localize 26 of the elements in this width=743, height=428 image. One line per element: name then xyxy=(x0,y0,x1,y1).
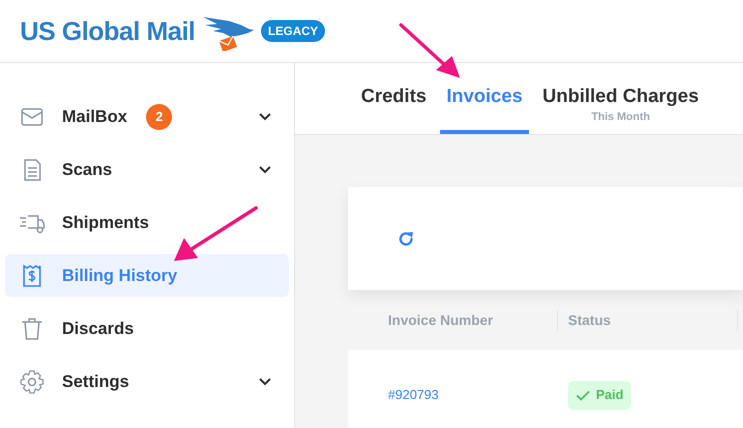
legacy-badge: LEGACY xyxy=(261,20,326,42)
tab[interactable]: Credits xyxy=(353,63,434,134)
settings-icon xyxy=(19,368,45,394)
paid-status-badge: Paid xyxy=(568,380,632,410)
invoice-link[interactable]: #920793 xyxy=(388,385,568,405)
checkmark-icon xyxy=(576,390,590,400)
column-header: Status xyxy=(558,310,738,330)
count-badge: 2 xyxy=(146,104,172,130)
chevron-down-icon[interactable] xyxy=(258,112,272,121)
tab-label: Invoices xyxy=(446,87,523,106)
sidebar-label: Billing History xyxy=(62,264,178,287)
sidebar-label: Settings xyxy=(62,370,130,393)
logo-text: US Global Mail xyxy=(20,14,196,48)
column-header: Invoice Number xyxy=(388,310,558,330)
sidebar-label: MailBox xyxy=(62,106,128,128)
trash-icon xyxy=(19,316,45,342)
chevron-down-icon[interactable] xyxy=(258,165,272,174)
pointer-arrow xyxy=(398,22,462,80)
sidebar-label: Shipments xyxy=(62,212,149,234)
tab[interactable]: Unbilled Charges This Month xyxy=(534,63,707,134)
tab-label: Credits xyxy=(361,87,426,106)
chevron-down-icon[interactable] xyxy=(258,377,272,386)
tab-label: Unbilled Charges xyxy=(542,87,699,106)
tab-sublabel: This Month xyxy=(591,110,650,125)
sidebar-label: Discards xyxy=(62,318,134,340)
sidebar-label: Scans xyxy=(62,158,112,181)
